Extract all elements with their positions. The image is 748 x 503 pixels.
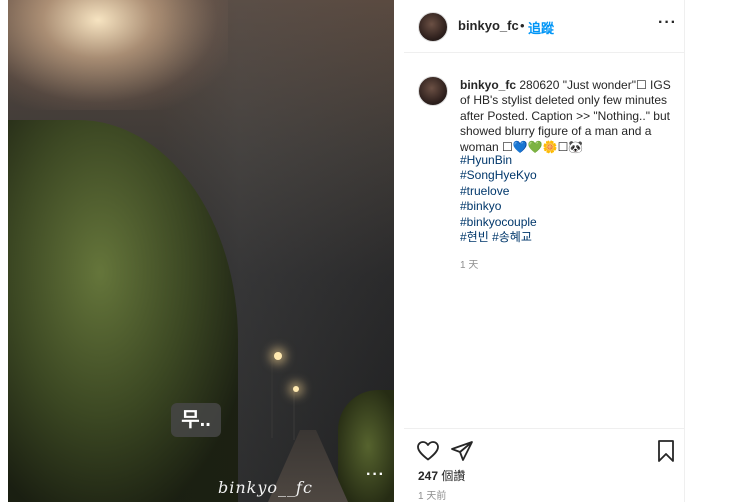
hashtag-link[interactable]: #binkyocouple [460, 215, 537, 230]
hashtag-link[interactable]: #현빈 #송혜교 [460, 230, 537, 245]
photo-watermark: binkyo__fc [218, 478, 313, 497]
caption-avatar[interactable] [418, 76, 448, 106]
post-side-panel: binkyo_fc • 追蹤 ··· binkyo_fc 280620 "Jus… [404, 0, 685, 502]
post-photo[interactable]: 무.. binkyo__fc ··· [8, 0, 394, 502]
lamp-pole [271, 358, 273, 438]
header-username[interactable]: binkyo_fc [458, 18, 519, 33]
photo-sticker: 무.. [171, 403, 221, 437]
lamp-pole [293, 390, 295, 440]
likes-number: 247 [418, 469, 439, 483]
post-timestamp: 1 天前 [418, 491, 447, 502]
lamp-light [274, 352, 282, 360]
more-options-icon[interactable]: ··· [658, 14, 677, 32]
hashtag-link[interactable]: #HyunBin [460, 153, 537, 168]
hashtag-link[interactable]: #SongHyeKyo [460, 168, 537, 183]
bookmark-icon[interactable] [654, 439, 678, 463]
caption-timestamp: 1 天 [460, 260, 479, 271]
send-icon[interactable] [450, 439, 474, 463]
caption-username[interactable]: binkyo_fc [460, 78, 516, 92]
action-bar: 247 個讚 1 天前 [404, 428, 684, 503]
photo-trees-right [338, 390, 394, 502]
avatar[interactable] [418, 12, 448, 42]
likes-label: 個讚 [441, 469, 466, 483]
lamp-light [293, 386, 299, 392]
likes-count[interactable]: 247 個讚 [418, 467, 465, 484]
post-caption: binkyo_fc 280620 "Just wonder"☐ IGS of H… [460, 78, 678, 155]
follow-button[interactable]: 追蹤 [528, 18, 554, 37]
hashtag-link[interactable]: #binkyo [460, 199, 537, 214]
post-header: binkyo_fc • 追蹤 ··· [404, 0, 684, 53]
hashtag-link[interactable]: #truelove [460, 184, 537, 199]
hashtag-list: #HyunBin #SongHyeKyo #truelove #binkyo #… [460, 153, 537, 245]
heart-icon[interactable] [416, 439, 440, 463]
header-separator: • [520, 18, 525, 33]
photo-more-icon[interactable]: ··· [366, 466, 385, 484]
